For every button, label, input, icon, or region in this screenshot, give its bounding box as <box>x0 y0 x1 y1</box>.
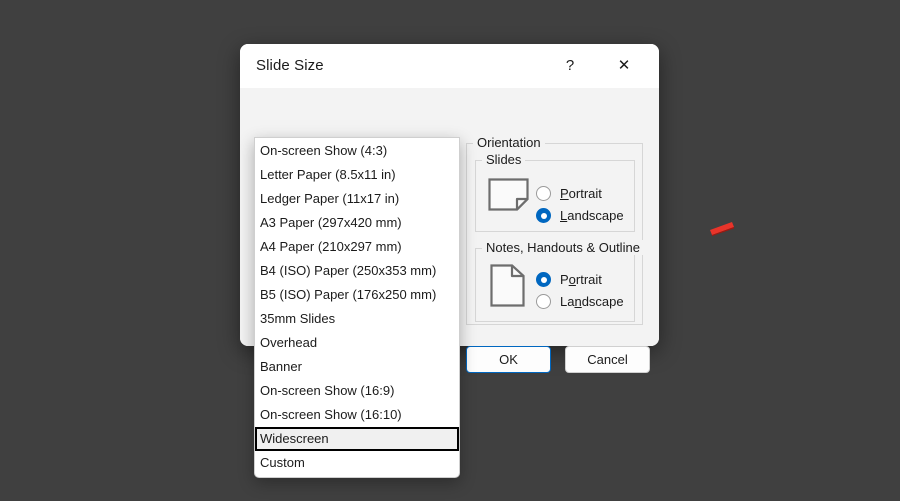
dropdown-option[interactable]: B4 (ISO) Paper (250x353 mm) <box>255 259 459 283</box>
radio-indicator-selected <box>536 208 551 223</box>
red-annotation-stroke <box>710 222 734 236</box>
landscape-page-icon <box>488 178 529 211</box>
notes-landscape-label: Landscape <box>560 292 624 311</box>
label-rest: andscape <box>567 208 624 223</box>
dropdown-option[interactable]: 35mm Slides <box>255 307 459 331</box>
dialog-title: Slide Size <box>256 57 324 74</box>
cancel-button[interactable]: Cancel <box>565 346 650 373</box>
accel-letter: P <box>560 186 569 201</box>
dropdown-option[interactable]: Letter Paper (8.5x11 in) <box>255 163 459 187</box>
notes-portrait-label: Portrait <box>560 270 602 289</box>
slides-landscape-label: Landscape <box>560 206 624 225</box>
dropdown-option[interactable]: Ledger Paper (11x17 in) <box>255 187 459 211</box>
dropdown-option[interactable]: A4 Paper (210x297 mm) <box>255 235 459 259</box>
label-rest: rtrait <box>575 272 602 287</box>
radio-indicator <box>536 186 551 201</box>
ok-button[interactable]: OK <box>466 346 551 373</box>
portrait-page-icon <box>490 264 525 307</box>
dropdown-option[interactable]: On-screen Show (4:3) <box>255 139 459 163</box>
accel-letter: n <box>574 294 582 309</box>
label-prefix: P <box>560 272 569 287</box>
dialog-titlebar: Slide Size ? ✕ <box>240 44 659 88</box>
label-prefix: La <box>560 294 575 309</box>
dropdown-option[interactable]: Banner <box>255 355 459 379</box>
close-icon[interactable]: ✕ <box>601 44 647 88</box>
slides-portrait-label: Portrait <box>560 184 602 203</box>
dropdown-option[interactable]: On-screen Show (16:9) <box>255 379 459 403</box>
dropdown-option[interactable]: On-screen Show (16:10) <box>255 403 459 427</box>
dropdown-option[interactable]: B5 (ISO) Paper (176x250 mm) <box>255 283 459 307</box>
slide-size-dropdown-list[interactable]: On-screen Show (4:3) Letter Paper (8.5x11… <box>254 137 460 478</box>
dropdown-option[interactable]: Custom <box>255 451 459 475</box>
dropdown-option[interactable]: A3 Paper (297x420 mm) <box>255 211 459 235</box>
notes-group-label: Notes, Handouts & Outline <box>482 240 644 255</box>
label-rest: ortrait <box>568 186 602 201</box>
orientation-group-label: Orientation <box>473 135 545 150</box>
radio-indicator <box>536 294 551 309</box>
help-icon[interactable]: ? <box>547 44 593 88</box>
label-rest: dscape <box>581 294 624 309</box>
accel-letter: o <box>568 272 576 287</box>
dropdown-option[interactable]: Overhead <box>255 331 459 355</box>
dropdown-option-selected[interactable]: Widescreen <box>255 427 459 451</box>
radio-indicator-selected <box>536 272 551 287</box>
slides-group-label: Slides <box>482 152 526 167</box>
